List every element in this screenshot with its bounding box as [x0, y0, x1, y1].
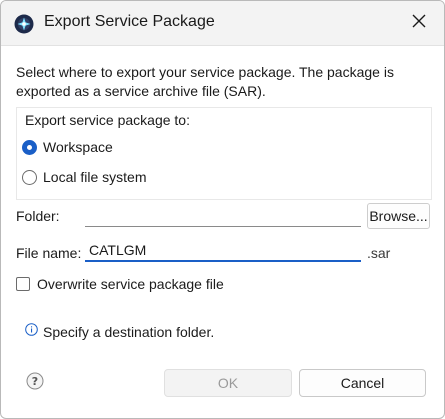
- cancel-button[interactable]: Cancel: [299, 369, 426, 397]
- status-message: Specify a destination folder.: [25, 323, 214, 341]
- overwrite-checkbox[interactable]: Overwrite service package file: [16, 276, 224, 292]
- radio-workspace[interactable]: Workspace: [22, 139, 113, 155]
- close-icon: [412, 14, 426, 33]
- file-name-input[interactable]: [85, 240, 361, 262]
- title-bar: Export Service Package: [1, 1, 444, 46]
- export-destination-label: Export service package to:: [25, 112, 190, 128]
- export-destination-group: Export service package to: Workspace Loc…: [16, 107, 432, 200]
- folder-input[interactable]: [85, 205, 361, 227]
- svg-text:?: ?: [32, 375, 38, 388]
- close-button[interactable]: [402, 9, 436, 37]
- help-icon[interactable]: ?: [26, 372, 44, 390]
- radio-workspace-label: Workspace: [43, 139, 113, 155]
- browse-button[interactable]: Browse...: [367, 203, 430, 229]
- file-name-label: File name:: [16, 245, 82, 261]
- radio-local-file-system[interactable]: Local file system: [22, 169, 146, 185]
- radio-local-file-system-label: Local file system: [43, 169, 147, 185]
- overwrite-checkbox-label: Overwrite service package file: [37, 276, 224, 292]
- status-message-text: Specify a destination folder.: [43, 324, 215, 340]
- export-service-package-dialog: Export Service Package Select where to e…: [0, 0, 445, 419]
- radio-unselected-indicator[interactable]: [22, 169, 37, 185]
- dialog-title: Export Service Package: [44, 13, 215, 30]
- ok-button[interactable]: OK: [164, 369, 292, 397]
- dialog-description: Select where to export your service pack…: [16, 64, 394, 99]
- info-icon: [25, 323, 38, 341]
- eclipse-icon: [14, 14, 34, 34]
- radio-selected-indicator[interactable]: [23, 140, 36, 154]
- file-extension-label: .sar: [367, 245, 391, 261]
- folder-label: Folder:: [16, 208, 60, 224]
- checkbox-indicator[interactable]: [16, 277, 30, 291]
